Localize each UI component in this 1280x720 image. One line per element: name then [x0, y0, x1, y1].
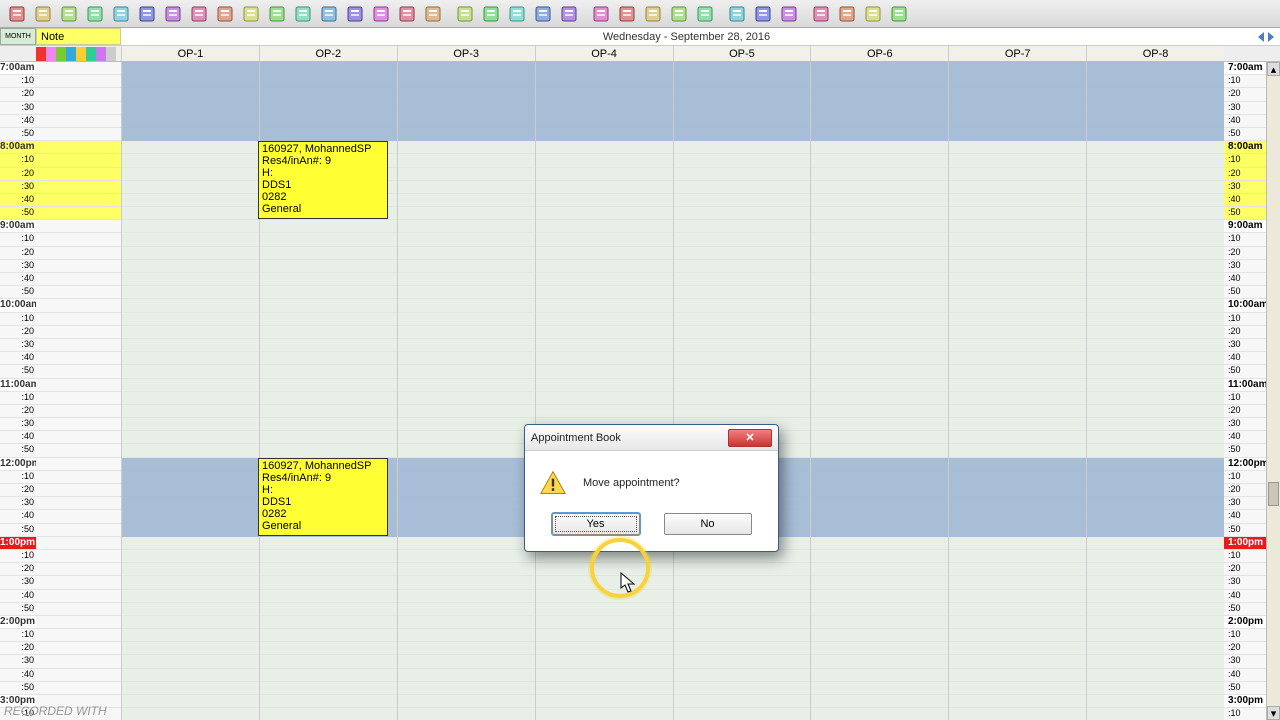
graph-icon[interactable]: [531, 2, 555, 26]
appointment-line: DDS1: [262, 179, 384, 191]
trash-icon[interactable]: [725, 2, 749, 26]
color-chip[interactable]: [96, 47, 106, 61]
color-chip[interactable]: [76, 47, 86, 61]
month-button[interactable]: MONTH: [0, 28, 36, 45]
op-column[interactable]: [397, 62, 535, 720]
dialog-close-button[interactable]: ✕: [728, 429, 772, 447]
overlap-icon[interactable]: [615, 2, 639, 26]
appointment-line: General: [262, 520, 384, 532]
table-icon[interactable]: [265, 2, 289, 26]
color-chip[interactable]: [36, 47, 46, 61]
op-column-header[interactable]: OP-2: [259, 46, 397, 61]
color-chip[interactable]: [106, 47, 116, 61]
appointment-line: 0282: [262, 508, 384, 520]
scroll-down-button[interactable]: ▾: [1267, 706, 1280, 720]
family-icon[interactable]: [31, 2, 55, 26]
square-icon[interactable]: [187, 2, 211, 26]
op-column-header[interactable]: OP-8: [1086, 46, 1224, 61]
search-icon[interactable]: [453, 2, 477, 26]
move-appointment-dialog: Appointment Book ✕ Move appointment? Yes…: [524, 424, 779, 552]
rx-icon[interactable]: [317, 2, 341, 26]
op-column-header[interactable]: OP-7: [948, 46, 1086, 61]
op-column-header[interactable]: OP-1: [121, 46, 259, 61]
money-icon[interactable]: [751, 2, 775, 26]
patient-icon[interactable]: [5, 2, 29, 26]
appointment-line: 0282: [262, 191, 384, 203]
mail-icon[interactable]: [421, 2, 445, 26]
scroll-up-button[interactable]: ▴: [1267, 62, 1280, 76]
schedule-grid[interactable]: 7:00am:10:20:30:40:508:00am:10:20:30:40:…: [0, 62, 1280, 720]
appointment-line: General: [262, 203, 384, 215]
info-icon[interactable]: [693, 2, 717, 26]
color-chip[interactable]: [56, 47, 66, 61]
appointment-line: 160927, MohannedSP: [262, 460, 384, 472]
op-column[interactable]: [810, 62, 948, 720]
op-column[interactable]: [948, 62, 1086, 720]
op-column[interactable]: [535, 62, 673, 720]
op-column[interactable]: [673, 62, 811, 720]
note-cell[interactable]: Note: [36, 28, 121, 45]
column-header-row: OP-1OP-2OP-3OP-4OP-5OP-6OP-7OP-8: [0, 46, 1280, 62]
appointment-block[interactable]: 160927, MohannedSPRes4/inAn#: 9H:DDS1028…: [258, 458, 388, 536]
check-icon[interactable]: [395, 2, 419, 26]
globe-icon[interactable]: [135, 2, 159, 26]
recording-watermark: RECORDED WITH: [4, 704, 107, 718]
appointment-line: Res4/inAn#: 9: [262, 155, 384, 167]
window-icon[interactable]: [239, 2, 263, 26]
folder-icon[interactable]: [343, 2, 367, 26]
appointment-line: H:: [262, 167, 384, 179]
copy-icon[interactable]: [57, 2, 81, 26]
op-column-header[interactable]: OP-4: [535, 46, 673, 61]
color-chip[interactable]: [46, 47, 56, 61]
op-column-header[interactable]: OP-5: [673, 46, 811, 61]
folder2-icon[interactable]: [887, 2, 911, 26]
doc-icon[interactable]: [589, 2, 613, 26]
appointment-line: Res4/inAn#: 9: [262, 472, 384, 484]
zoom-icon[interactable]: [479, 2, 503, 26]
op-column[interactable]: [1086, 62, 1224, 720]
stack-icon[interactable]: [505, 2, 529, 26]
list-icon[interactable]: [291, 2, 315, 26]
book-icon[interactable]: [369, 2, 393, 26]
close-icon: ✕: [745, 431, 754, 444]
stack2-icon[interactable]: [641, 2, 665, 26]
current-date-label: Wednesday - September 28, 2016: [121, 28, 1252, 45]
op-column[interactable]: [121, 62, 259, 720]
date-nav-arrows[interactable]: [1252, 28, 1280, 45]
appointment-line: H:: [262, 484, 384, 496]
op-column-header[interactable]: OP-3: [397, 46, 535, 61]
card-icon[interactable]: [777, 2, 801, 26]
stripe-column: [36, 62, 121, 720]
warning-icon: [539, 469, 567, 497]
vertical-scrollbar[interactable]: ▴ ▾: [1266, 62, 1280, 720]
grid-icon[interactable]: [109, 2, 133, 26]
no-button[interactable]: No: [664, 513, 752, 535]
arrow-icon[interactable]: [809, 2, 833, 26]
dialog-titlebar[interactable]: Appointment Book ✕: [525, 425, 778, 451]
refresh-icon[interactable]: [861, 2, 885, 26]
yes-button[interactable]: Yes: [552, 513, 640, 535]
op-column-header[interactable]: OP-6: [810, 46, 948, 61]
color-chip-bar: [36, 46, 121, 61]
date-row: MONTH Note Wednesday - September 28, 201…: [0, 28, 1280, 46]
color-chip[interactable]: [86, 47, 96, 61]
calendar-icon[interactable]: [667, 2, 691, 26]
nav-arrows-icon: [1256, 30, 1276, 44]
time-gutter-right: 7:00am:10:20:30:40:508:00am:10:20:30:40:…: [1224, 62, 1266, 720]
form-icon[interactable]: [83, 2, 107, 26]
tick-icon[interactable]: [557, 2, 581, 26]
dialog-message: Move appointment?: [583, 477, 680, 489]
main-toolbar: [0, 0, 1280, 28]
appointment-line: DDS1: [262, 496, 384, 508]
scroll-thumb[interactable]: [1268, 482, 1279, 506]
corner-left: [0, 46, 36, 61]
appointment-block[interactable]: 160927, MohannedSPRes4/inAn#: 9H:DDS1028…: [258, 141, 388, 219]
pencil-icon[interactable]: [161, 2, 185, 26]
color-chip[interactable]: [66, 47, 76, 61]
appointment-line: 160927, MohannedSP: [262, 143, 384, 155]
time-gutter-left: 7:00am:10:20:30:40:508:00am:10:20:30:40:…: [0, 62, 36, 720]
tile-icon[interactable]: [213, 2, 237, 26]
person-icon[interactable]: [835, 2, 859, 26]
dialog-title: Appointment Book: [531, 432, 728, 444]
